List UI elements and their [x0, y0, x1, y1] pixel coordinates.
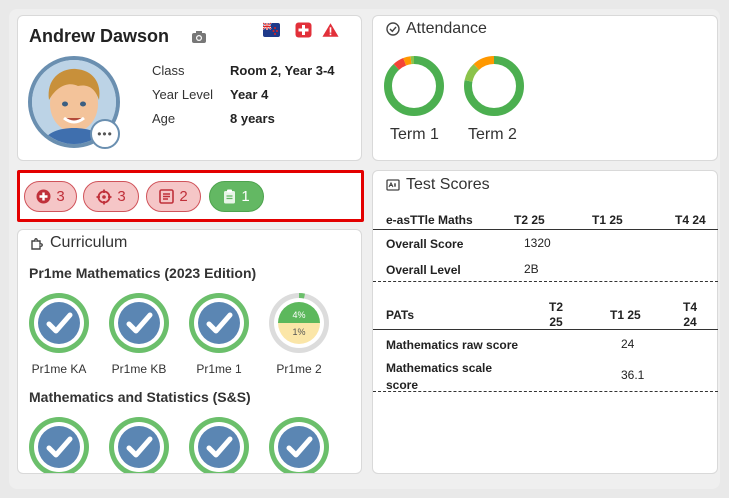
easttle-row-label: Overall Level	[386, 263, 461, 277]
easttle-col: T4 24	[675, 213, 706, 227]
attendance-segment	[384, 56, 444, 116]
badge-label: Pr1me 1	[196, 362, 242, 376]
camera-icon[interactable]	[191, 30, 207, 44]
divider	[373, 281, 718, 282]
medical-alerts-pill[interactable]: 3	[24, 181, 77, 212]
avatar-options-button[interactable]: •••	[90, 119, 120, 149]
badge-complete-check-icon[interactable]	[187, 291, 251, 355]
badge-progress-bottom: 1%	[292, 327, 305, 337]
medical-cross-icon[interactable]	[295, 22, 312, 38]
easttle-col: T2 25	[514, 213, 545, 227]
year-level-value: Year 4	[230, 87, 269, 102]
badge-progress[interactable]: 4% 1%	[267, 291, 331, 355]
notes-count: 1	[241, 188, 250, 205]
pats-col: T1 25	[610, 308, 641, 322]
target-icon	[96, 189, 112, 204]
divider	[373, 391, 718, 392]
badge-complete-check-icon[interactable]	[107, 291, 171, 355]
alerts-bar: 3 3 2 1	[17, 170, 364, 222]
curriculum-section-title: Pr1me Mathematics (2023 Edition)	[29, 265, 257, 281]
student-profile-card: Andrew Dawson ••• Class Room 2, Year 3-4…	[17, 15, 362, 161]
warning-icon[interactable]	[322, 22, 339, 38]
easttle-row-label: Overall Score	[386, 237, 464, 251]
notice-alerts-count: 2	[179, 188, 188, 205]
badge-complete-check-icon[interactable]	[107, 415, 171, 474]
target-alerts-pill[interactable]: 3	[83, 181, 139, 212]
divider	[373, 329, 718, 330]
age-value: 8 years	[230, 111, 275, 126]
term-label: Term 1	[390, 126, 439, 143]
attendance-title: Attendance	[406, 20, 487, 37]
test-scores-card: Test Scores e-asTTle Maths T2 25 T1 25 T…	[372, 170, 718, 474]
medical-alerts-count: 3	[56, 188, 65, 205]
attendance-donut-term1[interactable]	[383, 55, 445, 117]
medical-plus-icon	[36, 189, 51, 204]
badge-label: Pr1me 2	[276, 362, 322, 376]
pats-cell: 36.1	[621, 368, 645, 382]
notice-icon	[159, 189, 175, 204]
easttle-cell: 1320	[524, 236, 551, 250]
pats-col: T2 25	[549, 300, 564, 329]
pats-row-label: Mathematics raw score	[386, 338, 519, 352]
badge-complete-check-icon[interactable]	[27, 291, 91, 355]
badge-complete-check-icon[interactable]	[27, 415, 91, 474]
curriculum-card: Curriculum Pr1me Mathematics (2023 Editi…	[17, 229, 362, 474]
easttle-col: T1 25	[592, 213, 623, 227]
badge-label: Pr1me KA	[31, 362, 87, 376]
badge-label: Pr1me KB	[111, 362, 167, 376]
curriculum-section-title: Mathematics and Statistics (S&S)	[29, 389, 251, 405]
curriculum-title: Curriculum	[50, 234, 128, 251]
pats-cell: 24	[621, 337, 635, 351]
divider	[373, 229, 718, 230]
attendance-card: Attendance Term 1 Term 2	[372, 15, 718, 161]
curriculum-heading: Curriculum	[30, 234, 127, 252]
class-label: Class	[152, 63, 185, 78]
clipboard-icon	[224, 189, 236, 204]
year-level-label: Year Level	[152, 87, 213, 102]
age-label: Age	[152, 111, 176, 126]
test-scores-title: Test Scores	[406, 176, 490, 193]
pats-col: T4 24	[683, 300, 698, 329]
badge-complete-check-icon[interactable]	[267, 415, 331, 474]
notes-pill[interactable]: 1	[209, 181, 264, 212]
attendance-heading: Attendance	[386, 20, 487, 38]
pats-heading: PATs	[386, 308, 415, 322]
nz-flag-icon[interactable]	[263, 22, 280, 38]
report-icon	[386, 179, 400, 191]
class-value: Room 2, Year 3-4	[230, 63, 335, 78]
student-name: Andrew Dawson	[29, 26, 170, 46]
test-scores-heading: Test Scores	[386, 176, 490, 194]
easttle-cell: 2B	[524, 262, 539, 276]
badge-progress-top: 4%	[292, 310, 305, 320]
term-label: Term 2	[468, 126, 517, 143]
pats-row-label: Mathematics scale score	[386, 361, 493, 392]
target-alerts-count: 3	[117, 188, 126, 205]
notice-alerts-pill[interactable]: 2	[146, 181, 201, 212]
attendance-donut-term2[interactable]	[463, 55, 525, 117]
puzzle-icon	[31, 238, 43, 250]
check-circle-icon	[386, 22, 400, 36]
badge-complete-check-icon[interactable]	[187, 415, 251, 474]
easttle-heading: e-asTTle Maths	[386, 213, 473, 227]
